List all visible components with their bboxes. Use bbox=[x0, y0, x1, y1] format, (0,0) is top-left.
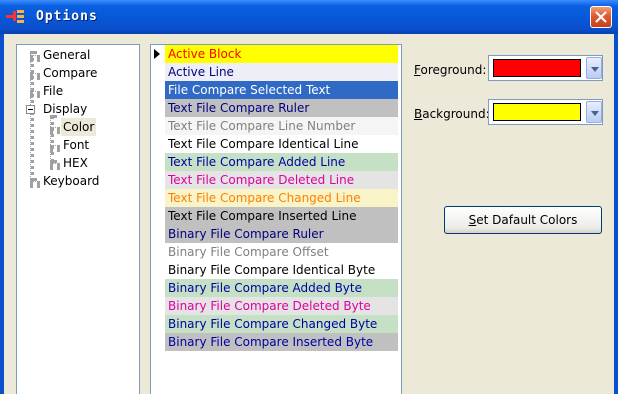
color-list-item[interactable]: Binary File Compare Deleted Byte bbox=[165, 297, 398, 315]
color-list-item[interactable]: Text File Compare Added Line bbox=[165, 153, 398, 171]
color-list-item[interactable]: Text File Compare Line Number bbox=[165, 117, 398, 135]
tree-node-general[interactable]: General bbox=[41, 46, 92, 64]
tree-node-display[interactable]: Display bbox=[41, 100, 89, 118]
color-element-list[interactable]: Active Block Active Line File Compare Sele… bbox=[150, 44, 402, 394]
color-list-item[interactable]: Binary File Compare Identical Byte bbox=[165, 261, 398, 279]
tree-node-compare[interactable]: Compare bbox=[41, 64, 99, 82]
tree-line bbox=[30, 91, 40, 95]
tree-line bbox=[30, 51, 34, 181]
app-icon[interactable] bbox=[6, 9, 24, 25]
tree-line bbox=[30, 55, 40, 59]
tree-node-font[interactable]: Font bbox=[61, 136, 91, 154]
tree-line bbox=[30, 181, 40, 185]
foreground-label: Foreground: bbox=[414, 63, 487, 77]
color-list-item[interactable]: Text File Compare Inserted Line bbox=[165, 207, 398, 225]
color-list-item[interactable]: Text File Compare Changed Line bbox=[165, 189, 398, 207]
tree-line bbox=[50, 163, 60, 167]
close-icon bbox=[595, 11, 607, 23]
tree-line bbox=[30, 73, 40, 77]
title-bar[interactable]: Options bbox=[0, 0, 618, 34]
tree-line bbox=[50, 115, 54, 163]
color-list-item[interactable]: File Compare Selected Text bbox=[165, 81, 398, 99]
set-default-colors-button[interactable]: Set Dafault Colors bbox=[444, 206, 602, 234]
close-button[interactable] bbox=[590, 6, 612, 28]
foreground-color-combo[interactable] bbox=[488, 55, 603, 81]
color-list-item[interactable]: Active Line bbox=[165, 63, 398, 81]
options-tree[interactable]: General Compare File Display Color Font … bbox=[16, 44, 140, 394]
color-list-item[interactable]: Text File Compare Ruler bbox=[165, 99, 398, 117]
background-dropdown-arrow-icon[interactable] bbox=[586, 101, 602, 123]
color-list-item[interactable]: Binary File Compare Changed Byte bbox=[165, 315, 398, 333]
collapse-icon[interactable] bbox=[26, 105, 35, 114]
tree-node-file[interactable]: File bbox=[41, 82, 65, 100]
color-list-item[interactable]: Binary File Compare Added Byte bbox=[165, 279, 398, 297]
tree-node-color[interactable]: Color bbox=[61, 118, 97, 136]
window-frame-right bbox=[614, 34, 618, 394]
tree-node-hex[interactable]: HEX bbox=[61, 154, 90, 172]
color-list-item[interactable]: Binary File Compare Ruler bbox=[165, 225, 398, 243]
color-list-item[interactable]: Binary File Compare Inserted Byte bbox=[165, 333, 398, 351]
background-color-swatch bbox=[493, 103, 581, 121]
color-list-item[interactable]: Text File Compare Identical Line bbox=[165, 135, 398, 153]
color-list-item[interactable]: Binary File Compare Offset bbox=[165, 243, 398, 261]
color-list-item[interactable]: Text File Compare Deleted Line bbox=[165, 171, 398, 189]
background-color-combo[interactable] bbox=[488, 99, 603, 125]
tree-node-keyboard[interactable]: Keyboard bbox=[41, 172, 101, 190]
current-row-marker-icon bbox=[154, 49, 160, 59]
foreground-color-swatch bbox=[493, 59, 581, 77]
tree-line bbox=[50, 145, 60, 149]
color-list-item[interactable]: Active Block bbox=[165, 45, 398, 63]
dialog-client-area: General Compare File Display Color Font … bbox=[4, 34, 614, 394]
background-label: Background: bbox=[414, 107, 490, 121]
tree-line bbox=[50, 127, 60, 131]
window-title: Options bbox=[36, 9, 98, 24]
foreground-dropdown-arrow-icon[interactable] bbox=[586, 57, 602, 79]
